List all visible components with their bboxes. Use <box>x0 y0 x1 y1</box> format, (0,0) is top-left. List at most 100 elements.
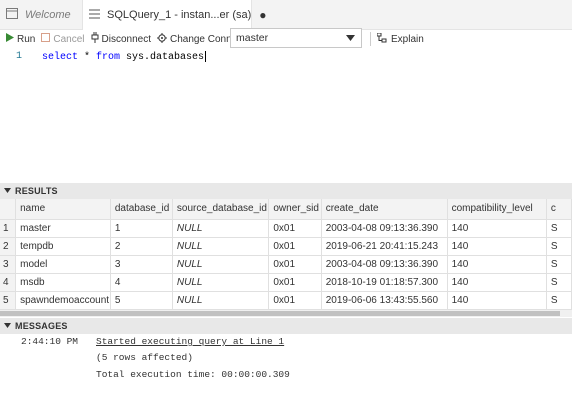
cell-source-database-id[interactable]: NULL <box>172 255 270 274</box>
disconnect-button[interactable]: Disconnect <box>91 32 151 46</box>
toolbar-divider <box>370 32 371 46</box>
cell-create-date[interactable]: 2003-04-08 09:13:36.390 <box>321 255 448 274</box>
chevron-down-icon <box>4 322 11 330</box>
play-icon <box>6 33 14 45</box>
stop-icon <box>41 33 51 45</box>
column-header[interactable]: owner_sid <box>268 199 322 220</box>
scrollbar-thumb[interactable] <box>0 311 560 316</box>
cell-name[interactable]: tempdb <box>15 237 111 256</box>
cell-source-database-id[interactable]: NULL <box>172 219 270 238</box>
chevron-down-icon <box>4 187 11 195</box>
table-row[interactable]: 3 model 3 NULL 0x01 2003-04-08 09:13:36.… <box>0 255 572 274</box>
explain-button[interactable]: Explain <box>376 30 424 48</box>
line-number: 1 <box>16 51 23 62</box>
tab-welcome[interactable]: Welcome <box>0 0 82 30</box>
column-header[interactable]: database_id <box>110 199 173 220</box>
cell-name[interactable]: spawndemoaccount <box>15 291 111 310</box>
explain-label: Explain <box>391 33 424 45</box>
database-select-value: master <box>236 32 269 44</box>
message-timestamp: 2:44:10 PM <box>21 336 79 347</box>
tab-sqlquery-label: SQLQuery_1 - instan...er (sa) <box>107 9 252 21</box>
cell-name[interactable]: msdb <box>15 273 111 292</box>
results-grid: name database_id source_database_id owne… <box>0 199 572 317</box>
row-number: 5 <box>0 291 17 310</box>
code-star: * <box>78 52 97 64</box>
run-label: Run <box>17 33 36 45</box>
run-button[interactable]: Run <box>6 33 35 45</box>
cell-database-id[interactable]: 5 <box>110 291 173 310</box>
message-line: (5 rows affected) <box>96 352 193 363</box>
disconnect-label: Disconnect <box>101 33 151 45</box>
cell-compatibility-level[interactable]: 140 <box>447 291 547 310</box>
cell-c[interactable]: S <box>546 291 572 310</box>
column-header[interactable]: create_date <box>321 199 448 220</box>
table-row[interactable]: 4 msdb 4 NULL 0x01 2018-10-19 01:18:57.3… <box>0 273 572 292</box>
cancel-label: Cancel <box>53 33 85 45</box>
results-header-row: name database_id source_database_id owne… <box>0 199 572 220</box>
cell-owner-sid[interactable]: 0x01 <box>268 273 322 292</box>
results-panel-header[interactable]: RESULTS <box>0 183 572 199</box>
row-number-header <box>0 199 17 220</box>
cell-database-id[interactable]: 2 <box>110 237 173 256</box>
column-header[interactable]: source_database_id <box>172 199 270 220</box>
chevron-down-icon <box>346 33 355 43</box>
cell-name[interactable]: master <box>15 219 111 238</box>
messages-panel: 2:44:10 PM Started executing query at Li… <box>0 334 572 394</box>
cell-owner-sid[interactable]: 0x01 <box>268 291 322 310</box>
column-header[interactable]: c <box>546 199 572 220</box>
cell-database-id[interactable]: 1 <box>110 219 173 238</box>
messages-title: MESSAGES <box>15 321 68 331</box>
cell-database-id[interactable]: 3 <box>110 255 173 274</box>
tab-sqlquery[interactable]: SQLQuery_1 - instan...er (sa) ● <box>82 0 267 30</box>
text-cursor <box>205 51 207 62</box>
results-horizontal-scrollbar[interactable] <box>0 310 572 317</box>
cell-c[interactable]: S <box>546 255 572 274</box>
column-header[interactable]: compatibility_level <box>447 199 547 220</box>
cell-owner-sid[interactable]: 0x01 <box>268 255 322 274</box>
cancel-button[interactable]: Cancel <box>41 33 85 45</box>
disconnect-plug-icon <box>91 32 99 46</box>
cell-c[interactable]: S <box>546 219 572 238</box>
cell-c[interactable]: S <box>546 237 572 256</box>
cell-compatibility-level[interactable]: 140 <box>447 219 547 238</box>
cell-database-id[interactable]: 4 <box>110 273 173 292</box>
unsaved-dot-icon[interactable]: ● <box>259 8 266 22</box>
code-table: sys.databases <box>120 52 205 64</box>
tab-bar: Welcome SQLQuery_1 - instan...er (sa) ● <box>0 0 572 30</box>
connection-gear-icon <box>156 32 167 46</box>
window-icon <box>6 8 18 22</box>
message-line: Total execution time: 00:00:00.309 <box>96 369 290 380</box>
messages-panel-header[interactable]: MESSAGES <box>0 318 572 334</box>
cell-create-date[interactable]: 2019-06-21 20:41:15.243 <box>321 237 448 256</box>
cell-c[interactable]: S <box>546 273 572 292</box>
cell-compatibility-level[interactable]: 140 <box>447 237 547 256</box>
row-number: 2 <box>0 237 17 256</box>
row-number: 1 <box>0 219 17 238</box>
cell-source-database-id[interactable]: NULL <box>172 237 270 256</box>
cell-owner-sid[interactable]: 0x01 <box>268 219 322 238</box>
query-editor[interactable]: 1 select * from sys.databases <box>0 48 572 182</box>
table-row[interactable]: 1 master 1 NULL 0x01 2003-04-08 09:13:36… <box>0 219 572 238</box>
cell-source-database-id[interactable]: NULL <box>172 291 270 310</box>
table-row[interactable]: 2 tempdb 2 NULL 0x01 2019-06-21 20:41:15… <box>0 237 572 256</box>
cell-compatibility-level[interactable]: 140 <box>447 255 547 274</box>
keyword-select: select <box>42 52 79 64</box>
results-title: RESULTS <box>15 186 58 196</box>
cell-create-date[interactable]: 2019-06-06 13:43:55.560 <box>321 291 448 310</box>
table-row[interactable]: 5 spawndemoaccount 5 NULL 0x01 2019-06-0… <box>0 291 572 310</box>
column-header[interactable]: name <box>15 199 111 220</box>
message-link[interactable]: Started executing query at Line 1 <box>96 336 284 347</box>
explain-plan-icon <box>376 32 387 46</box>
cell-owner-sid[interactable]: 0x01 <box>268 237 322 256</box>
cell-source-database-id[interactable]: NULL <box>172 273 270 292</box>
cell-compatibility-level[interactable]: 140 <box>447 273 547 292</box>
row-number: 4 <box>0 273 17 292</box>
database-select[interactable]: master <box>230 28 362 48</box>
code-line[interactable]: select * from sys.databases <box>42 51 207 64</box>
cell-create-date[interactable]: 2003-04-08 09:13:36.390 <box>321 219 448 238</box>
menu-lines-icon <box>89 9 100 22</box>
tab-welcome-label: Welcome <box>25 9 71 21</box>
cell-name[interactable]: model <box>15 255 111 274</box>
keyword-from: from <box>96 52 121 64</box>
cell-create-date[interactable]: 2018-10-19 01:18:57.300 <box>321 273 448 292</box>
